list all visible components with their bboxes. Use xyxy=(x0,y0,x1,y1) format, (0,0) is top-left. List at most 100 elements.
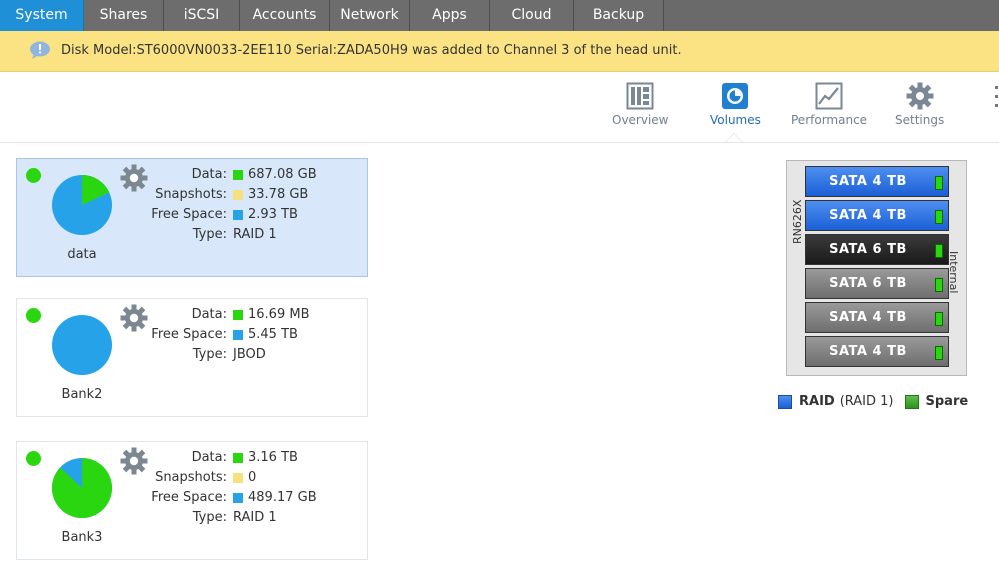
tab-accounts[interactable]: Accounts xyxy=(240,0,330,31)
subtab-settings-label: Settings xyxy=(895,113,945,127)
free-swatch xyxy=(233,493,243,503)
chassis-model-label: RN626X xyxy=(791,199,804,244)
stat-label: Snapshots: xyxy=(155,470,227,485)
drive-status-led-icon xyxy=(935,312,943,326)
drive-status-led-icon xyxy=(935,244,943,258)
volume-stats: Data: 687.08 GB Snapshots: 33.78 GB Free Spa… xyxy=(129,165,317,245)
stat-label: Type: xyxy=(192,510,227,525)
drive-label: SATA 4 TB xyxy=(829,344,907,359)
tab-shares[interactable]: Shares xyxy=(84,0,164,31)
drive-label: SATA 4 TB xyxy=(829,174,907,189)
stat-value: 0 xyxy=(248,470,257,485)
data-swatch xyxy=(233,170,243,180)
stat-row: Snapshots: 0 xyxy=(129,468,317,488)
volume-name: data xyxy=(67,247,97,262)
tab-network[interactable]: Network xyxy=(330,0,410,31)
performance-chart-icon xyxy=(815,82,843,110)
volume-card-bank2[interactable]: Bank2 Data: 16.69 MB Free Space: 5.45 TB Typ… xyxy=(16,298,368,417)
drive-status-led-icon xyxy=(935,278,943,292)
stat-value: 16.69 MB xyxy=(248,307,310,322)
stat-value: RAID 1 xyxy=(233,227,277,242)
volume-card-data[interactable]: data Data: 687.08 GB Snapshots: 33.78 GB Fre… xyxy=(16,158,368,277)
subtab-performance-label: Performance xyxy=(791,113,868,127)
subtab-overview[interactable]: Overview xyxy=(612,82,669,127)
stat-value: JBOD xyxy=(233,347,266,362)
data-swatch xyxy=(233,453,243,463)
stat-row: Data: 3.16 TB xyxy=(129,448,317,468)
stat-label: Free Space: xyxy=(151,207,227,222)
notification-message: Disk Model:ST6000VN0033-2EE110 Serial:ZA… xyxy=(61,43,682,58)
drive-bay-5[interactable]: SATA 4 TB xyxy=(805,302,949,333)
settings-gear-icon xyxy=(906,82,934,110)
volume-card-bank3[interactable]: Bank3 Data: 3.16 TB Snapshots: 0 Free Space:… xyxy=(16,441,368,560)
drive-label: SATA 6 TB xyxy=(829,276,907,291)
volume-name: Bank2 xyxy=(61,387,103,402)
stat-value: 489.17 GB xyxy=(248,490,317,505)
drive-status-led-icon xyxy=(935,346,943,360)
pie-slice-free xyxy=(52,315,112,375)
raid-swatch xyxy=(778,394,792,409)
tab-apps[interactable]: Apps xyxy=(410,0,490,31)
volume-name: Bank3 xyxy=(61,530,103,545)
drive-bay-3[interactable]: SATA 6 TB xyxy=(805,234,949,265)
drive-label: SATA 4 TB xyxy=(829,208,907,223)
stat-value: 2.93 TB xyxy=(248,207,298,222)
subtab-volumes-label: Volumes xyxy=(710,113,761,127)
legend-raid-label: RAID xyxy=(799,394,835,409)
stat-row: Snapshots: 33.78 GB xyxy=(129,185,317,205)
stat-row: Free Space: 5.45 TB xyxy=(129,325,309,345)
drive-bay-4[interactable]: SATA 6 TB xyxy=(805,268,949,299)
tab-backup[interactable]: Backup xyxy=(574,0,664,31)
stat-label: Free Space: xyxy=(151,327,227,342)
stat-row: Data: 16.69 MB xyxy=(129,305,310,325)
overview-icon xyxy=(626,82,654,110)
volume-stats: Data: 3.16 TB Snapshots: 0 Free Space: 489.17… xyxy=(129,448,317,528)
status-ok-icon xyxy=(26,308,41,323)
active-subtab-caret xyxy=(725,133,743,142)
stat-value: 5.45 TB xyxy=(248,327,298,342)
notification-bar: Disk Model:ST6000VN0033-2EE110 Serial:ZA… xyxy=(0,31,999,72)
subtab-settings[interactable]: Settings xyxy=(895,82,944,127)
stat-label: Type: xyxy=(192,347,227,362)
nas-chassis: RN626X Internal SATA 4 TB SATA 4 TB SATA 6… xyxy=(786,160,967,376)
snapshots-swatch xyxy=(233,190,243,200)
subtab-volumes[interactable]: Volumes xyxy=(710,82,761,127)
drive-bay-1[interactable]: SATA 4 TB xyxy=(805,166,949,197)
stat-value: 33.78 GB xyxy=(248,187,309,202)
stat-label: Data: xyxy=(191,167,227,182)
subtab-overview-label: Overview xyxy=(612,113,669,127)
volumes-icon xyxy=(722,83,749,109)
spare-swatch xyxy=(904,394,919,409)
volume-usage-pie xyxy=(51,458,112,518)
disk-legend: RAID (RAID 1) Spare xyxy=(778,394,968,409)
drive-label: SATA 4 TB xyxy=(829,310,907,325)
stat-label: Data: xyxy=(191,307,227,322)
drive-bay-6[interactable]: SATA 4 TB xyxy=(805,336,949,367)
legend-raid-detail: (RAID 1) xyxy=(839,394,894,409)
stat-row: Free Space: 2.93 TB xyxy=(129,205,317,225)
stat-label: Data: xyxy=(191,450,227,465)
message-bubble-icon xyxy=(30,41,50,59)
stat-label: Snapshots: xyxy=(155,187,227,202)
stat-label: Type: xyxy=(192,227,227,242)
drive-status-led-icon xyxy=(935,176,943,190)
tab-system[interactable]: System xyxy=(0,0,84,31)
stat-label: Free Space: xyxy=(151,490,227,505)
stat-value: 3.16 TB xyxy=(248,450,298,465)
free-swatch xyxy=(233,210,243,220)
top-nav: System Shares iSCSI Accounts Network App… xyxy=(0,0,999,31)
stat-row: Free Space: 489.17 GB xyxy=(129,488,317,508)
drive-bay-2[interactable]: SATA 4 TB xyxy=(805,200,949,231)
stat-row: Data: 687.08 GB xyxy=(129,165,317,185)
drive-status-led-icon xyxy=(935,210,943,224)
stat-row: Type: RAID 1 xyxy=(129,508,317,528)
stat-row: Type: RAID 1 xyxy=(129,225,317,245)
volume-usage-pie xyxy=(52,315,112,375)
free-swatch xyxy=(233,330,243,340)
status-ok-icon xyxy=(26,451,41,466)
tab-iscsi[interactable]: iSCSI xyxy=(164,0,240,31)
tab-cloud[interactable]: Cloud xyxy=(490,0,574,31)
volume-usage-pie xyxy=(52,175,112,235)
subtab-performance[interactable]: Performance xyxy=(791,82,867,127)
more-menu-icon[interactable] xyxy=(995,86,999,114)
